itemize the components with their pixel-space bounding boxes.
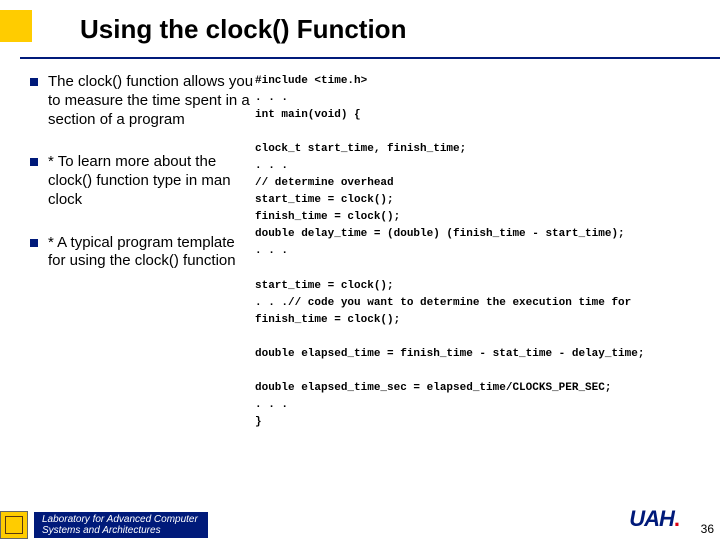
footer-line1: Laboratory for Advanced Computer	[42, 514, 198, 525]
bullet-text: * A typical program template for using t…	[48, 234, 255, 272]
slide-title: Using the clock() Function	[80, 14, 720, 45]
bullet-icon	[30, 78, 38, 86]
uah-dot-icon: .	[674, 506, 680, 531]
lab-logo-icon	[0, 511, 28, 539]
uah-text: UAH	[629, 506, 674, 531]
code-block: #include <time.h> . . . int main(void) {…	[255, 73, 710, 431]
body: The clock() function allows you to measu…	[0, 59, 720, 431]
list-item: * To learn more about the clock() functi…	[30, 153, 255, 209]
list-item: The clock() function allows you to measu…	[30, 73, 255, 129]
page-number: 36	[701, 522, 714, 536]
footer-left: Laboratory for Advanced Computer Systems…	[0, 510, 208, 540]
list-item: * A typical program template for using t…	[30, 234, 255, 272]
bullet-icon	[30, 158, 38, 166]
bullet-icon	[30, 239, 38, 247]
bullet-list: The clock() function allows you to measu…	[30, 73, 255, 431]
uah-logo: UAH.	[629, 506, 680, 532]
footer-line2: Systems and Architectures	[42, 525, 198, 536]
title-area: Using the clock() Function	[0, 0, 720, 51]
bullet-text: The clock() function allows you to measu…	[48, 73, 255, 129]
footer: Laboratory for Advanced Computer Systems…	[0, 510, 720, 540]
footer-label: Laboratory for Advanced Computer Systems…	[34, 512, 208, 538]
accent-block	[0, 10, 32, 42]
bullet-text: * To learn more about the clock() functi…	[48, 153, 255, 209]
